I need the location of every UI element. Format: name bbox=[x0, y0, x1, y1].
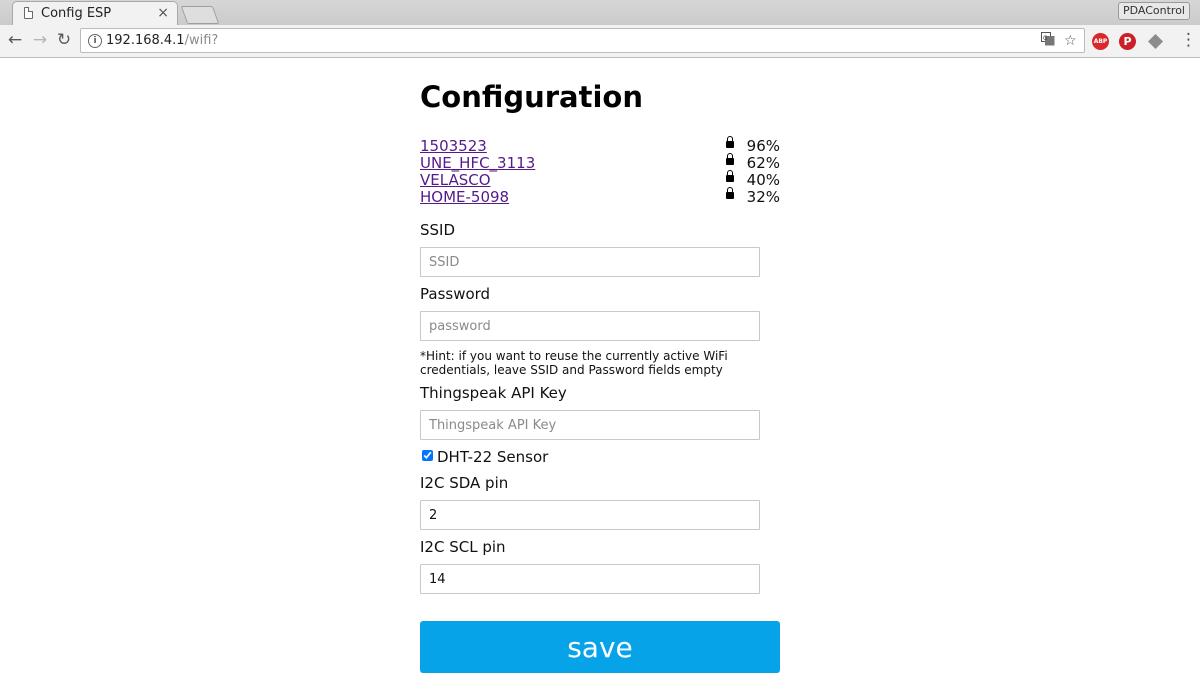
forward-icon[interactable]: → bbox=[31, 31, 49, 49]
network-row: 1503523 96% bbox=[420, 136, 780, 155]
network-link[interactable]: 1503523 bbox=[420, 137, 487, 155]
thingspeak-label: Thingspeak API Key bbox=[420, 384, 567, 402]
network-row: UNE_HFC_3113 62% bbox=[420, 153, 780, 172]
lock-icon bbox=[726, 153, 734, 165]
scl-pin-label: I2C SCL pin bbox=[420, 538, 506, 556]
network-link[interactable]: VELASCO bbox=[420, 171, 491, 189]
browser-tab[interactable]: Config ESP × bbox=[12, 1, 178, 25]
save-button[interactable]: save bbox=[420, 621, 780, 673]
adblock-plus-icon[interactable]: ABP bbox=[1092, 33, 1109, 50]
network-row: HOME-5098 32% bbox=[420, 187, 780, 206]
password-label: Password bbox=[420, 285, 491, 303]
tab-close-icon[interactable]: × bbox=[157, 5, 169, 21]
signal-quality: 62% bbox=[746, 154, 780, 172]
url-path: /wifi? bbox=[184, 33, 219, 48]
page-title: Configuration bbox=[420, 80, 643, 114]
address-bar[interactable]: i 192.168.4.1/wifi? G ☆ bbox=[80, 28, 1085, 53]
tab-title: Config ESP bbox=[41, 6, 112, 21]
browser-menu-icon[interactable]: ⋮ bbox=[1180, 30, 1197, 50]
signal-quality: 32% bbox=[746, 188, 780, 206]
ssid-label: SSID bbox=[420, 221, 456, 239]
hint-text: *Hint: if you want to reuse the currentl… bbox=[420, 349, 728, 377]
signal-quality: 40% bbox=[746, 171, 780, 189]
translate-icon[interactable]: G bbox=[1041, 32, 1055, 51]
dht-sensor-checkbox[interactable] bbox=[422, 450, 433, 461]
new-tab-button[interactable] bbox=[180, 6, 220, 24]
extension-icon[interactable] bbox=[1147, 33, 1164, 50]
thingspeak-api-key-input[interactable] bbox=[420, 410, 760, 440]
pinterest-icon[interactable]: P bbox=[1119, 33, 1136, 50]
dht-sensor-label: DHT-22 Sensor bbox=[437, 448, 549, 466]
scl-pin-input[interactable] bbox=[420, 564, 760, 594]
password-input[interactable] bbox=[420, 311, 760, 341]
network-link[interactable]: UNE_HFC_3113 bbox=[420, 154, 535, 172]
lock-icon bbox=[726, 187, 734, 199]
tab-strip: Config ESP × PDAControl bbox=[0, 0, 1200, 25]
back-icon[interactable]: ← bbox=[6, 31, 24, 49]
page-icon bbox=[24, 7, 33, 19]
url-text: 192.168.4.1/wifi? bbox=[106, 33, 218, 48]
signal-quality: 96% bbox=[746, 137, 780, 155]
bookmark-star-icon[interactable]: ☆ bbox=[1064, 32, 1077, 50]
reload-icon[interactable]: ↻ bbox=[55, 31, 73, 49]
dht-sensor-option: DHT-22 Sensor bbox=[420, 448, 548, 466]
lock-icon bbox=[726, 136, 734, 148]
sda-pin-label: I2C SDA pin bbox=[420, 474, 509, 492]
url-host: 192.168.4.1 bbox=[106, 33, 185, 48]
ssid-input[interactable] bbox=[420, 247, 760, 277]
site-info-icon[interactable]: i bbox=[88, 34, 102, 48]
lock-icon bbox=[726, 170, 734, 182]
browser-toolbar: ← → ↻ i 192.168.4.1/wifi? G ☆ ABP P ⋮ bbox=[0, 25, 1200, 58]
sda-pin-input[interactable] bbox=[420, 500, 760, 530]
svg-text:G: G bbox=[1043, 35, 1048, 42]
profile-button[interactable]: PDAControl bbox=[1117, 2, 1190, 20]
network-link[interactable]: HOME-5098 bbox=[420, 188, 509, 206]
network-row: VELASCO 40% bbox=[420, 170, 780, 189]
